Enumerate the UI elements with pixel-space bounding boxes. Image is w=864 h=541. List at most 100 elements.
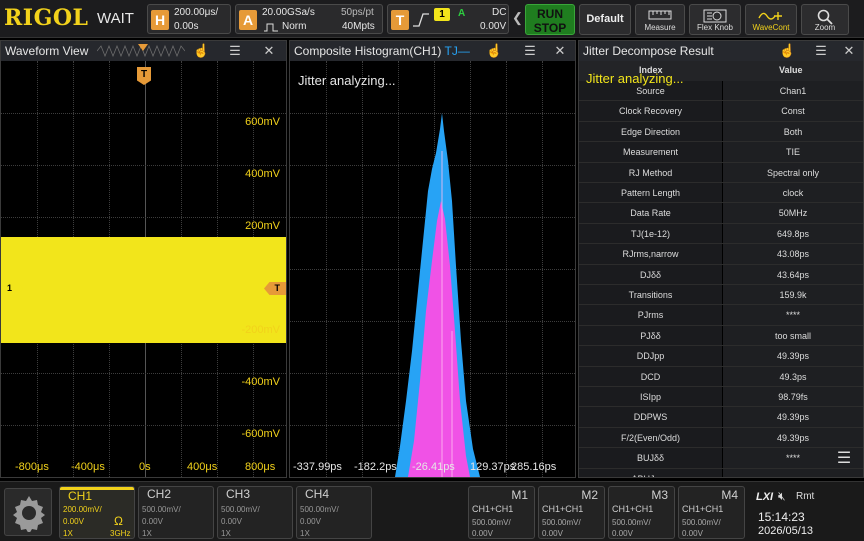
math-scale: 500.00mV/ bbox=[542, 518, 581, 527]
channel-scale: 200.00mV/ bbox=[63, 505, 102, 514]
channel-offset: 0.00V bbox=[300, 517, 321, 526]
table-row[interactable]: Clock Recovery Const bbox=[579, 101, 863, 122]
index-cell: DJδδ bbox=[579, 264, 722, 284]
jitter-histogram-shapes bbox=[395, 113, 480, 477]
default-button[interactable]: Default bbox=[579, 4, 631, 35]
zoom-label: Zoom bbox=[814, 23, 836, 32]
table-row[interactable]: F/2(Even/Odd) 49.39ps bbox=[579, 427, 863, 449]
speaker-muted-icon[interactable]: 🔇︎ bbox=[778, 489, 786, 504]
toolbar-scroll-left-icon[interactable]: ❮ bbox=[512, 4, 523, 35]
table-row[interactable]: DCD 49.3ps bbox=[579, 366, 863, 387]
table-menu-icon[interactable]: ☰ bbox=[833, 449, 855, 469]
table-row[interactable]: Measurement TIE bbox=[579, 142, 863, 163]
close-icon[interactable]: ✕ bbox=[552, 43, 568, 59]
table-row[interactable]: PJδδ too small bbox=[579, 325, 863, 347]
table-row[interactable]: ABUJrms bbox=[579, 468, 863, 477]
trigger-settings-button[interactable]: T 1 A DC 0.00V bbox=[387, 4, 509, 34]
menu-icon[interactable]: ☰ bbox=[522, 43, 538, 59]
math-2-button[interactable]: M2 CH1+CH1 500.00mV/0.00V bbox=[538, 486, 605, 539]
channel-2-button[interactable]: CH2 500.00mV/0.00V 1X bbox=[138, 486, 214, 539]
channel-3-button[interactable]: CH3 500.00mV/0.00V 1X bbox=[217, 486, 293, 539]
math-4-button[interactable]: M4 CH1+CH1 500.00mV/0.00V bbox=[678, 486, 745, 539]
table-row[interactable]: DDPWS 49.39ps bbox=[579, 407, 863, 428]
table-row[interactable]: PJrms **** bbox=[579, 305, 863, 326]
value-cell: Spectral only bbox=[723, 162, 863, 182]
math-scale: 500.00mV/ bbox=[612, 518, 651, 527]
y-axis-label: -600mV bbox=[241, 428, 280, 440]
stop-label: STOP bbox=[533, 21, 567, 35]
wavecont-button[interactable]: WaveCont bbox=[745, 4, 797, 35]
acquire-mode-value: Norm bbox=[282, 21, 307, 32]
menu-icon[interactable]: ☰ bbox=[813, 43, 829, 59]
math-name: M4 bbox=[721, 488, 738, 502]
trigger-time-marker[interactable]: T bbox=[137, 67, 151, 85]
flex-knob-button[interactable]: Flex Knob bbox=[689, 4, 741, 35]
table-row[interactable]: RJ Method Spectral only bbox=[579, 162, 863, 183]
jitter-status: Jitter analyzing... bbox=[586, 71, 684, 86]
knob-icon bbox=[703, 9, 727, 23]
waveform-view-title: Waveform View bbox=[5, 44, 89, 58]
close-icon[interactable]: ✕ bbox=[261, 43, 277, 59]
channel-scale: 500.00mV/ bbox=[300, 505, 339, 514]
status-area: LXI 🔇︎ Rmt 15:14:23 2026/05/13 bbox=[752, 486, 860, 539]
table-row[interactable]: BUJδδ **** bbox=[579, 448, 863, 469]
lxi-label: LXI bbox=[756, 491, 774, 503]
math-expression: CH1+CH1 bbox=[682, 504, 724, 514]
value-cell: 98.79fs bbox=[723, 387, 863, 407]
math-1-button[interactable]: M1 CH1+CH1 500.00mV/0.00V bbox=[468, 486, 535, 539]
close-icon[interactable]: ✕ bbox=[841, 43, 857, 59]
zoom-button[interactable]: Zoom bbox=[801, 4, 849, 35]
channel-scale: 500.00mV/ bbox=[142, 505, 181, 514]
index-cell: Pattern Length bbox=[579, 183, 722, 203]
settings-gear-button[interactable] bbox=[4, 488, 52, 536]
index-cell: BUJδδ bbox=[579, 448, 722, 468]
clock-date: 2026/05/13 bbox=[758, 525, 814, 537]
value-cell: 49.39ps bbox=[723, 346, 863, 366]
horizontal-settings-button[interactable]: H 200.00μs/ 0.00s bbox=[147, 4, 231, 34]
y-axis-label: -400mV bbox=[241, 376, 280, 388]
touch-gesture-icon[interactable]: ☝ bbox=[486, 43, 502, 59]
histogram-plot[interactable]: Jitter analyzing... -337.99ps -182.2ps -26… bbox=[290, 61, 575, 477]
channel-1-button[interactable]: CH1 200.00mV/0.00V 1X Ω 3GHz bbox=[59, 486, 135, 539]
math-scale: 500.00mV/ bbox=[682, 518, 721, 527]
bottom-status-bar: CH1 200.00mV/0.00V 1X Ω 3GHz CH2 500.00mV/0.00… bbox=[0, 481, 864, 541]
math-offset: 0.00V bbox=[612, 529, 633, 538]
sample-rate-value: 20.00GSa/s bbox=[262, 7, 315, 18]
table-row[interactable]: Transitions 159.9k bbox=[579, 285, 863, 306]
math-3-button[interactable]: M3 CH1+CH1 500.00mV/0.00V bbox=[608, 486, 675, 539]
touch-gesture-icon[interactable]: ☝ bbox=[193, 43, 209, 59]
value-cell bbox=[723, 468, 863, 477]
jitter-title: Jitter Decompose Result bbox=[583, 44, 714, 58]
table-row[interactable]: DDJpp 49.39ps bbox=[579, 346, 863, 367]
histogram-title-text: Composite Histogram(CH1) bbox=[294, 44, 442, 58]
table-row[interactable]: RJrms,narrow 43.08ps bbox=[579, 244, 863, 265]
menu-icon[interactable]: ☰ bbox=[227, 43, 243, 59]
run-stop-button[interactable]: RUN STOP bbox=[525, 4, 575, 35]
clock-time: 15:14:23 bbox=[758, 510, 805, 524]
table-row[interactable]: Data Rate 50MHz bbox=[579, 203, 863, 224]
trigger-source-label: A bbox=[458, 8, 466, 19]
trigger-badge: T bbox=[391, 10, 409, 30]
table-row[interactable]: Edge Direction Both bbox=[579, 121, 863, 143]
value-cell: 50MHz bbox=[723, 203, 863, 223]
waveform-view-titlebar: Waveform View ☝ ☰ ✕ bbox=[1, 41, 286, 61]
measure-button[interactable]: Measure bbox=[635, 4, 685, 35]
composite-histogram-panel: Composite Histogram(CH1) TJ— ☝ ☰ ✕ Jitte… bbox=[289, 40, 576, 478]
index-cell: DDJpp bbox=[579, 346, 722, 366]
histogram-x-label: 285.16ps bbox=[511, 461, 557, 473]
touch-gesture-icon[interactable]: ☝ bbox=[779, 43, 795, 59]
table-row[interactable]: DJδδ 43.64ps bbox=[579, 264, 863, 285]
channel-probe: 1X bbox=[63, 529, 73, 538]
channel-4-button[interactable]: CH4 500.00mV/0.00V 1X bbox=[296, 486, 372, 539]
channel-scale: 500.00mV/ bbox=[221, 505, 260, 514]
table-row[interactable]: Pattern Length clock bbox=[579, 183, 863, 204]
gear-icon bbox=[13, 496, 45, 532]
histogram-x-label: 129.37ps bbox=[470, 461, 516, 473]
table-row[interactable]: ISIpp 98.79fs bbox=[579, 387, 863, 408]
value-cell: clock bbox=[723, 183, 863, 203]
index-cell: F/2(Even/Odd) bbox=[579, 427, 722, 448]
table-row[interactable]: TJ(1e-12) 649.8ps bbox=[579, 223, 863, 245]
waveform-grid[interactable]: T 1 T 600mV 400mV 200mV -200mV -400mV -600mV … bbox=[1, 61, 286, 477]
jitter-table-body[interactable]: Source Chan1 Clock Recovery Const Edge Direc… bbox=[579, 81, 863, 477]
acquire-settings-button[interactable]: A 20.00GSa/s Norm 50ps/pt 40Mpts bbox=[235, 4, 383, 34]
